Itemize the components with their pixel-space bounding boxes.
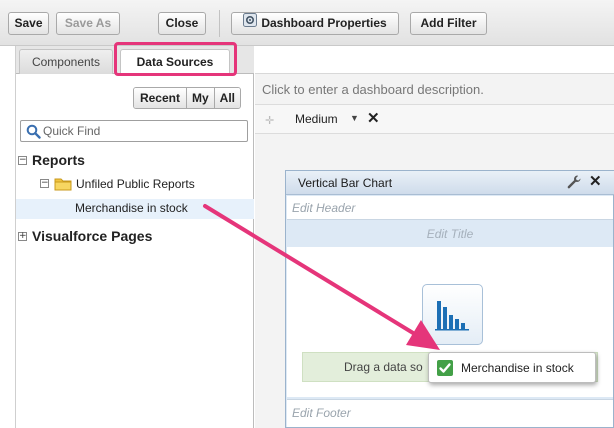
quick-find: [20, 120, 248, 142]
filter-my-button[interactable]: My: [185, 88, 214, 108]
close-button[interactable]: Close: [158, 12, 206, 35]
folder-icon: [54, 177, 72, 194]
dashboard-properties-label: Dashboard Properties: [261, 16, 387, 30]
expand-visualforce-icon[interactable]: +: [18, 232, 27, 241]
dashboard-properties-button[interactable]: Dashboard Properties: [231, 12, 399, 35]
edit-title-field[interactable]: Edit Title: [287, 223, 613, 245]
vertical-bar-chart-icon[interactable]: [422, 284, 483, 345]
dragged-item-label: Merchandise in stock: [461, 361, 574, 375]
dashboard-toolbar: Save Save As Close Dashboard Properties …: [0, 0, 614, 46]
wrench-icon[interactable]: [566, 174, 582, 193]
dashboard-description-prompt[interactable]: Click to enter a dashboard description.: [262, 82, 484, 97]
add-filter-button[interactable]: Add Filter: [410, 12, 487, 35]
dashboard-properties-icon: [243, 13, 258, 34]
edit-footer-placeholder: Edit Footer: [292, 406, 351, 420]
source-filter-toggle: Recent My All: [132, 87, 241, 109]
collapse-reports-icon[interactable]: −: [18, 156, 27, 165]
toolbar-separator: [219, 10, 220, 37]
component-type-label: Vertical Bar Chart: [298, 176, 393, 190]
panel-tabs: Components Data Sources: [16, 42, 254, 76]
filter-all-button[interactable]: All: [213, 88, 240, 108]
edit-header-field[interactable]: Edit Header: [287, 196, 613, 220]
search-icon: [26, 124, 41, 142]
tree-node-merchandise-in-stock[interactable]: Merchandise in stock: [75, 201, 188, 215]
edit-footer-field[interactable]: Edit Footer: [287, 399, 613, 427]
tree-node-reports[interactable]: Reports: [32, 152, 85, 168]
collapse-folder-icon[interactable]: −: [40, 179, 49, 188]
dashboard-component: Vertical Bar Chart ✕ Edit Header Edit Ti…: [285, 170, 614, 428]
close-icon[interactable]: ✕: [367, 109, 380, 127]
column-drag-handle-icon[interactable]: ✛: [265, 114, 274, 127]
drop-zone-instruction: Drag a data so: [344, 360, 423, 374]
tab-data-sources[interactable]: Data Sources: [120, 49, 230, 75]
filter-recent-button[interactable]: Recent: [133, 88, 186, 108]
dragged-data-source-chip[interactable]: Merchandise in stock: [428, 352, 596, 383]
save-as-button[interactable]: Save As: [56, 12, 120, 35]
close-icon[interactable]: ✕: [589, 172, 602, 190]
chevron-down-icon[interactable]: ▼: [350, 113, 359, 123]
quick-find-input[interactable]: [43, 122, 243, 140]
left-panel: Components Data Sources Recent My All − …: [15, 42, 254, 428]
tree-node-visualforce-pages[interactable]: Visualforce Pages: [32, 228, 152, 244]
column-size-select[interactable]: Medium: [295, 112, 338, 126]
checkmark-icon: [437, 360, 453, 376]
tree-node-unfiled-public-reports[interactable]: Unfiled Public Reports: [76, 177, 195, 191]
canvas-top-bar: [255, 46, 614, 74]
component-title-bar: Vertical Bar Chart ✕: [286, 171, 614, 195]
tab-components[interactable]: Components: [19, 49, 113, 74]
save-button[interactable]: Save: [8, 12, 49, 35]
edit-header-placeholder: Edit Header: [292, 201, 356, 215]
